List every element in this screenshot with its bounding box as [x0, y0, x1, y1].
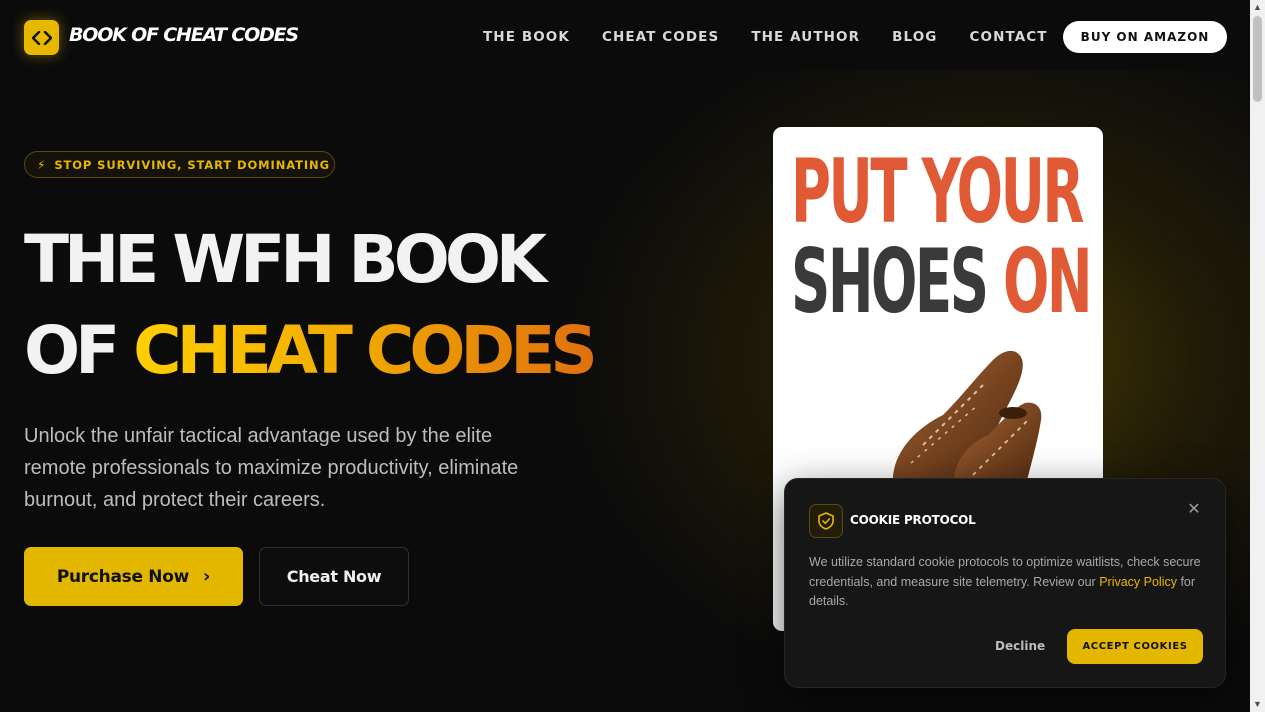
logo-icon[interactable]	[24, 20, 59, 55]
nav-contact[interactable]: CONTACT	[970, 29, 1048, 45]
book-title: PUT YOUR SHOES ON	[791, 140, 1093, 327]
cookie-title: COOKIE PROTOCOL	[850, 513, 976, 527]
headline-line2-plain: OF	[24, 312, 134, 389]
book-title-line2-a: SHOES	[791, 230, 1004, 333]
hero-subtitle: Unlock the unfair tactical advantage use…	[24, 425, 519, 511]
privacy-policy-link[interactable]: Privacy Policy	[1099, 575, 1177, 589]
nav-blog[interactable]: BLOG	[892, 29, 937, 45]
cheat-now-button[interactable]: Cheat Now	[259, 547, 409, 606]
tagline-text: STOP SURVIVING, START DOMINATING	[54, 157, 330, 172]
accept-cookies-button[interactable]: ACCEPT COOKIES	[1067, 629, 1203, 664]
chevron-right-icon: ›	[203, 566, 211, 587]
purchase-now-button[interactable]: Purchase Now ›	[24, 547, 243, 606]
hero-headline: THE WFH BOOK OF CHEAT CODES	[24, 214, 598, 396]
close-icon[interactable]: ✕	[1185, 501, 1203, 519]
cookie-text: We utilize standard cookie protocols to …	[809, 553, 1201, 612]
lightning-icon: ⚡	[37, 157, 47, 172]
purchase-now-label: Purchase Now	[56, 566, 190, 587]
buy-on-amazon-button[interactable]: BUY ON AMAZON	[1063, 21, 1227, 53]
book-title-line2: SHOES ON	[791, 237, 1093, 327]
nav-the-author[interactable]: THE AUTHOR	[751, 29, 860, 45]
nav-cheat-codes[interactable]: CHEAT CODES	[602, 29, 719, 45]
logo-text[interactable]: BOOK OF CHEAT CODES	[69, 24, 299, 46]
book-title-line1: PUT YOUR	[791, 140, 1084, 243]
nav-the-book[interactable]: THE BOOK	[483, 29, 570, 45]
shield-check-icon	[809, 504, 843, 538]
shoes-image	[892, 350, 1042, 495]
book-title-line2-b: ON	[1003, 230, 1093, 333]
scrollbar-thumb[interactable]	[1253, 16, 1262, 102]
scroll-up-arrow-icon[interactable]: ▲	[1250, 0, 1265, 15]
main-nav: THE BOOK CHEAT CODES THE AUTHOR BLOG CON…	[483, 29, 1080, 45]
decline-button[interactable]: Decline	[995, 639, 1045, 653]
page: BOOK OF CHEAT CODES THE BOOK CHEAT CODES…	[0, 0, 1250, 712]
headline-line1: THE WFH BOOK	[24, 221, 547, 298]
code-brackets-icon	[31, 30, 52, 45]
cookie-banner: COOKIE PROTOCOL ✕ We utilize standard co…	[784, 478, 1226, 688]
tagline-badge: ⚡ STOP SURVIVING, START DOMINATING	[24, 151, 335, 178]
headline-line2-accent: CHEAT CODES	[133, 312, 598, 389]
scrollbar[interactable]: ▲ ▼	[1250, 0, 1265, 712]
scroll-down-arrow-icon[interactable]: ▼	[1250, 697, 1265, 712]
